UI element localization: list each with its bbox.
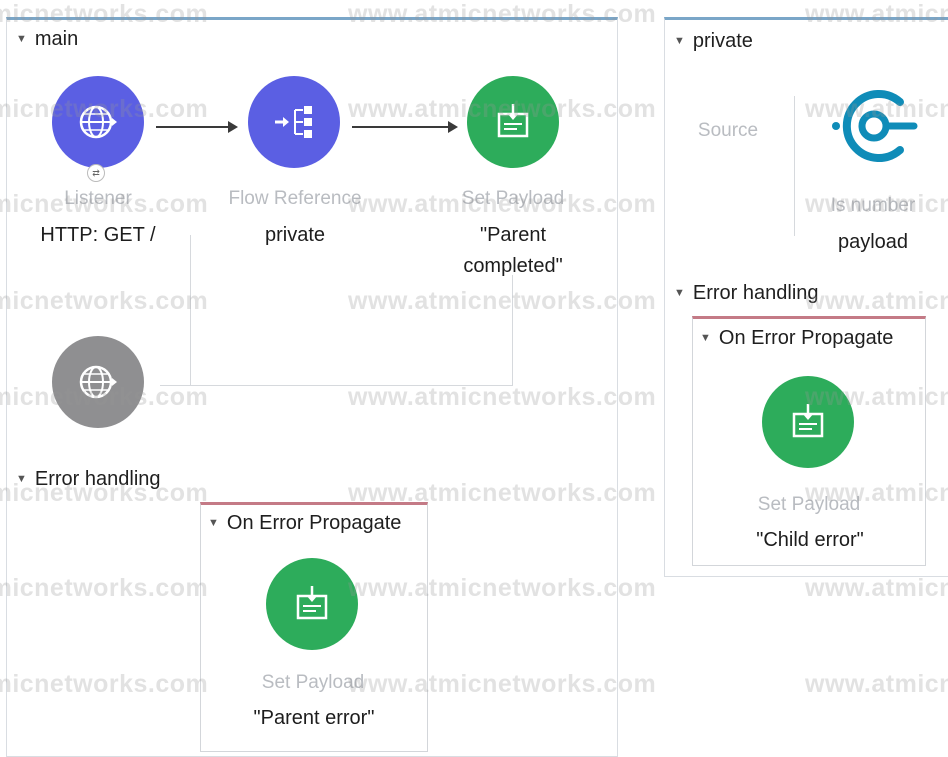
collapse-triangle-icon[interactable]: ▼ [674, 35, 685, 47]
response-component[interactable] [52, 336, 144, 428]
watermark-text: www.atmicnetworks.com [0, 670, 209, 698]
collapse-triangle-icon[interactable]: ▼ [674, 287, 685, 299]
is-number-config-label: payload [837, 231, 909, 253]
watermark-text: www.atmicnetworks.com [348, 383, 657, 411]
watermark-text: www.atmicnetworks.com [805, 190, 948, 218]
watermark-text: www.atmicnetworks.com [0, 383, 209, 411]
watermark-text: www.atmicnetworks.com [0, 0, 209, 28]
watermark-text: www.atmicnetworks.com [348, 190, 657, 218]
watermark-text: www.atmicnetworks.com [348, 287, 657, 315]
set-payload-icon [296, 586, 328, 620]
flow-reference-icon [275, 106, 312, 138]
collapse-triangle-icon[interactable]: ▼ [700, 332, 711, 344]
main-flow-header[interactable]: ▼ main [16, 28, 78, 51]
watermark-text: www.atmicnetworks.com [805, 287, 948, 315]
watermark-text: www.atmicnetworks.com [348, 479, 657, 507]
watermark-text: www.atmicnetworks.com [0, 287, 209, 315]
private-on-error-propagate-title: On Error Propagate [718, 327, 894, 349]
private-error-handling-title: Error handling [692, 282, 819, 304]
watermark-text: www.atmicnetworks.com [348, 670, 657, 698]
flow-reference-component[interactable] [248, 76, 340, 168]
parent-error-set-payload-value: "Parent error" [253, 707, 375, 729]
collapse-triangle-icon[interactable]: ▼ [208, 517, 219, 529]
child-error-set-payload-value: "Child error" [756, 529, 864, 551]
watermark-text: www.atmicnetworks.com [805, 479, 948, 507]
is-number-component[interactable] [826, 78, 922, 174]
watermark-text: www.atmicnetworks.com [0, 95, 209, 123]
parent-error-set-payload-component[interactable] [266, 558, 358, 650]
watermark-text: www.atmicnetworks.com [805, 670, 948, 698]
private-flow-title: private [692, 30, 753, 52]
set-payload-value-line1: "Parent [479, 224, 547, 246]
watermark-text: www.atmicnetworks.com [0, 479, 209, 507]
main-on-error-propagate-title: On Error Propagate [226, 512, 402, 534]
flow-arrow-2 [352, 121, 458, 133]
watermark-text: www.atmicnetworks.com [805, 95, 948, 123]
source-divider [794, 96, 795, 236]
private-flow-header[interactable]: ▼ private [674, 30, 753, 53]
watermark-text: www.atmicnetworks.com [0, 574, 209, 602]
main-flow-title: main [34, 28, 79, 50]
watermark-text: www.atmicnetworks.com [348, 95, 657, 123]
watermark-text: www.atmicnetworks.com [805, 574, 948, 602]
private-error-handling-header[interactable]: ▼ Error handling [674, 282, 819, 305]
private-source-placeholder: Source [697, 120, 759, 141]
collapse-triangle-icon[interactable]: ▼ [16, 33, 27, 45]
set-payload-value-line2: completed" [463, 255, 563, 277]
watermark-text: www.atmicnetworks.com [0, 190, 209, 218]
watermark-text: www.atmicnetworks.com [348, 0, 657, 28]
watermark-text: www.atmicnetworks.com [348, 574, 657, 602]
validation-icon [832, 90, 918, 162]
private-on-error-propagate-header[interactable]: ▼ On Error Propagate [700, 327, 893, 350]
listener-badge-icon: ⇄ [87, 164, 105, 182]
main-on-error-propagate-header[interactable]: ▼ On Error Propagate [208, 512, 401, 535]
watermark-text: www.atmicnetworks.com [805, 383, 948, 411]
flow-arrow-1 [156, 121, 238, 133]
watermark-text: www.atmicnetworks.com [805, 0, 948, 28]
flow-reference-config-label: private [264, 224, 326, 246]
listener-config-label: HTTP: GET / [40, 224, 156, 246]
